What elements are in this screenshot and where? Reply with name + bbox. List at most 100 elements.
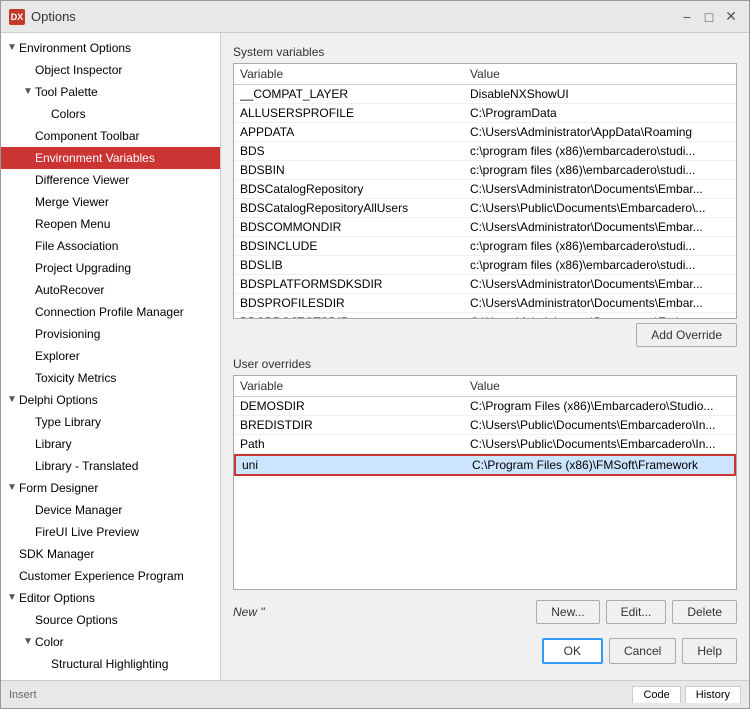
sys-var-row[interactable]: BDSPROJECTSDIRC:\Users\Administrator\Doc… <box>234 313 736 318</box>
tree-item-delphi-options[interactable]: ▼Delphi Options <box>1 389 220 411</box>
sys-var-name: BDSINCLUDE <box>240 239 470 253</box>
tree-label-customer-experience: Customer Experience Program <box>19 567 216 585</box>
user-overrides-scroll[interactable]: DEMOSDIRC:\Program Files (x86)\Embarcade… <box>234 397 736 589</box>
tree-label-form-designer: Form Designer <box>19 479 216 497</box>
sys-var-row[interactable]: BDSPROFILESDIRC:\Users\Administrator\Doc… <box>234 294 736 313</box>
dialog-buttons: OK Cancel Help <box>233 634 737 668</box>
sys-var-value: C:\Users\Administrator\Documents\Embar..… <box>470 220 730 234</box>
tree-item-provisioning[interactable]: Provisioning <box>1 323 220 345</box>
new-button[interactable]: New... <box>536 600 599 624</box>
sys-var-row[interactable]: BDSBINc:\program files (x86)\embarcadero… <box>234 161 736 180</box>
sys-var-value: C:\Users\Administrator\Documents\Embar..… <box>470 296 730 310</box>
help-button[interactable]: Help <box>682 638 737 664</box>
sys-vars-header: Variable Value <box>234 64 736 85</box>
tree-item-color[interactable]: ▼Color <box>1 631 220 653</box>
tree-panel[interactable]: ▼Environment OptionsObject Inspector▼Too… <box>1 33 221 680</box>
tree-item-tool-palette[interactable]: ▼Tool Palette <box>1 81 220 103</box>
sys-var-row[interactable]: ALLUSERSPROFILEC:\ProgramData <box>234 104 736 123</box>
tree-item-component-toolbar[interactable]: Component Toolbar <box>1 125 220 147</box>
sys-var-row[interactable]: APPDATAC:\Users\Administrator\AppData\Ro… <box>234 123 736 142</box>
expand-icon-form-designer: ▼ <box>5 479 19 497</box>
footer-tab-code[interactable]: Code <box>632 686 680 703</box>
footer-bar: Insert Code History <box>1 680 749 708</box>
sys-var-name: BDSCatalogRepositoryAllUsers <box>240 201 470 215</box>
tree-item-device-manager[interactable]: Device Manager <box>1 499 220 521</box>
tree-item-sdk-manager[interactable]: SDK Manager <box>1 543 220 565</box>
user-var-value: C:\Program Files (x86)\Embarcadero\Studi… <box>470 399 730 413</box>
user-var-value: C:\Program Files (x86)\FMSoft\Framework <box>472 458 728 472</box>
tree-item-merge-viewer[interactable]: Merge Viewer <box>1 191 220 213</box>
tree-item-form-designer[interactable]: ▼Form Designer <box>1 477 220 499</box>
sys-vars-scroll[interactable]: __COMPAT_LAYERDisableNXShowUIALLUSERSPRO… <box>234 85 736 318</box>
delete-button[interactable]: Delete <box>672 600 737 624</box>
tree-item-library-translated[interactable]: Library - Translated <box>1 455 220 477</box>
expand-icon-color: ▼ <box>21 633 35 651</box>
sys-var-row[interactable]: BDSc:\program files (x86)\embarcadero\st… <box>234 142 736 161</box>
user-var-col-header: Variable <box>240 379 470 393</box>
sys-var-row[interactable]: BDSCatalogRepositoryAllUsersC:\Users\Pub… <box>234 199 736 218</box>
sys-var-row[interactable]: BDSLIBc:\program files (x86)\embarcadero… <box>234 256 736 275</box>
tree-label-environment-variables: Environment Variables <box>35 149 216 167</box>
expand-icon-env-options: ▼ <box>5 39 19 57</box>
user-var-row[interactable]: PathC:\Users\Public\Documents\Embarcader… <box>234 435 736 454</box>
minimize-button[interactable]: − <box>677 7 697 27</box>
tree-item-explorer[interactable]: Explorer <box>1 345 220 367</box>
ok-button[interactable]: OK <box>542 638 603 664</box>
tree-item-type-library[interactable]: Type Library <box>1 411 220 433</box>
sys-var-value: C:\Users\Administrator\Documents\Embar..… <box>470 182 730 196</box>
sys-var-row[interactable]: BDSPLATFORMSDKSDIRC:\Users\Administrator… <box>234 275 736 294</box>
window-controls: − □ ✕ <box>677 7 741 27</box>
edit-button[interactable]: Edit... <box>606 600 667 624</box>
maximize-button[interactable]: □ <box>699 7 719 27</box>
add-override-button[interactable]: Add Override <box>636 323 737 347</box>
user-overrides-label: User overrides <box>233 357 737 371</box>
tree-item-customer-experience[interactable]: Customer Experience Program <box>1 565 220 587</box>
user-var-row[interactable]: BREDISTDIRC:\Users\Public\Documents\Emba… <box>234 416 736 435</box>
tree-item-autorecover[interactable]: AutoRecover <box>1 279 220 301</box>
sys-var-name: BDS <box>240 144 470 158</box>
sys-var-row[interactable]: BDSCatalogRepositoryC:\Users\Administrat… <box>234 180 736 199</box>
sys-var-row[interactable]: BDSINCLUDEc:\program files (x86)\embarca… <box>234 237 736 256</box>
tree-item-environment-variables[interactable]: Environment Variables <box>1 147 220 169</box>
tree-label-connection-profile-manager: Connection Profile Manager <box>35 303 216 321</box>
user-var-row[interactable]: uniC:\Program Files (x86)\FMSoft\Framewo… <box>234 454 736 476</box>
tree-item-env-options[interactable]: ▼Environment Options <box>1 37 220 59</box>
tree-label-explorer: Explorer <box>35 347 216 365</box>
tree-item-difference-viewer[interactable]: Difference Viewer <box>1 169 220 191</box>
tree-item-editor-options[interactable]: ▼Editor Options <box>1 587 220 609</box>
sys-var-value: C:\Users\Administrator\Documents\Embar..… <box>470 315 730 318</box>
tree-item-library[interactable]: Library <box>1 433 220 455</box>
tree-item-fireui-live-preview[interactable]: FireUI Live Preview <box>1 521 220 543</box>
tree-item-structural-highlighting[interactable]: Structural Highlighting <box>1 653 220 675</box>
footer-tab-history[interactable]: History <box>685 686 741 703</box>
tree-label-structural-highlighting: Structural Highlighting <box>51 655 216 673</box>
tree-label-tool-palette: Tool Palette <box>35 83 216 101</box>
tree-item-colors[interactable]: Colors <box>1 103 220 125</box>
cancel-button[interactable]: Cancel <box>609 638 676 664</box>
user-var-name: uni <box>242 458 472 472</box>
tree-label-sdk-manager: SDK Manager <box>19 545 216 563</box>
tree-label-object-inspector: Object Inspector <box>35 61 216 79</box>
sys-vars-table: Variable Value __COMPAT_LAYERDisableNXSh… <box>233 63 737 319</box>
tree-item-connection-profile-manager[interactable]: Connection Profile Manager <box>1 301 220 323</box>
footer-status: Insert <box>9 689 37 701</box>
close-button[interactable]: ✕ <box>721 7 741 27</box>
user-overrides-section: User overrides Variable Value DEMOSDIRC:… <box>233 357 737 590</box>
tree-item-object-inspector[interactable]: Object Inspector <box>1 59 220 81</box>
title-bar: DX Options − □ ✕ <box>1 1 749 33</box>
tree-label-reopen-menu: Reopen Menu <box>35 215 216 233</box>
tree-item-reopen-menu[interactable]: Reopen Menu <box>1 213 220 235</box>
user-val-col-header: Value <box>470 379 730 393</box>
user-var-name: BREDISTDIR <box>240 418 470 432</box>
tree-label-library-translated: Library - Translated <box>35 457 216 475</box>
user-var-name: Path <box>240 437 470 451</box>
tree-label-component-toolbar: Component Toolbar <box>35 127 216 145</box>
sys-var-row[interactable]: BDSCOMMONDIRC:\Users\Administrator\Docum… <box>234 218 736 237</box>
sys-var-value: DisableNXShowUI <box>470 87 730 101</box>
tree-item-file-association[interactable]: File Association <box>1 235 220 257</box>
user-var-row[interactable]: DEMOSDIRC:\Program Files (x86)\Embarcade… <box>234 397 736 416</box>
tree-item-toxicity-metrics[interactable]: Toxicity Metrics <box>1 367 220 389</box>
tree-item-source-options[interactable]: Source Options <box>1 609 220 631</box>
sys-var-row[interactable]: __COMPAT_LAYERDisableNXShowUI <box>234 85 736 104</box>
tree-item-project-upgrading[interactable]: Project Upgrading <box>1 257 220 279</box>
